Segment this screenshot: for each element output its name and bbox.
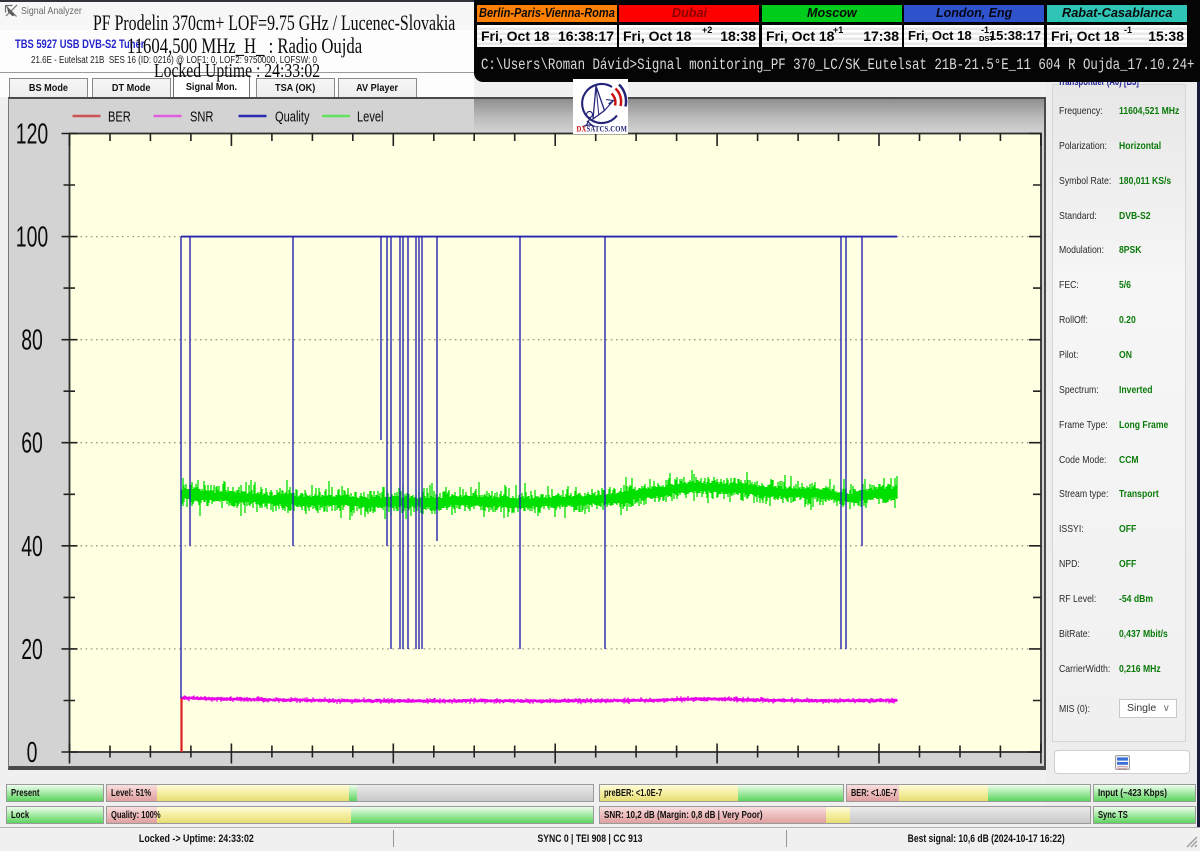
svg-text:BER: BER — [108, 108, 131, 125]
svg-text:20: 20 — [21, 634, 43, 666]
svg-text:100: 100 — [16, 222, 48, 254]
svg-text:0: 0 — [27, 737, 38, 769]
svg-text:SNR: SNR — [190, 108, 213, 125]
svg-text:DXSATCS.COM: DXSATCS.COM — [577, 124, 628, 134]
svg-text:60: 60 — [21, 428, 43, 460]
svg-text:40: 40 — [21, 531, 43, 563]
svg-text:80: 80 — [21, 325, 43, 357]
svg-text:Level: Level — [357, 108, 384, 125]
svg-text:Quality: Quality — [275, 108, 310, 125]
svg-text:120: 120 — [16, 119, 48, 151]
